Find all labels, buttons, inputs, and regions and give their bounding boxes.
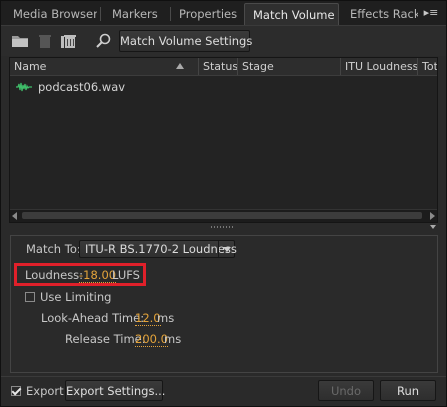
- match-volume-settings-button[interactable]: Match Volume Settings: [119, 30, 252, 52]
- release-time-value[interactable]: 200.0: [135, 332, 168, 347]
- tab-label: Markers: [112, 7, 158, 21]
- use-limiting-checkbox[interactable]: [25, 292, 35, 302]
- trash-icon: [39, 35, 51, 48]
- list-item[interactable]: podcast06.wav: [10, 79, 437, 95]
- undo-button: Undo: [318, 380, 374, 401]
- column-header-name[interactable]: Name: [10, 58, 199, 75]
- panel-menu-icon[interactable]: ▸≡: [420, 4, 442, 22]
- collapse-arrow-icon[interactable]: [430, 225, 436, 229]
- tab-label: Match Volume: [253, 8, 335, 22]
- panel-splitter[interactable]: [1, 223, 446, 231]
- tab-properties[interactable]: Properties: [171, 3, 243, 25]
- list-header: Name Status Stage ITU Loudness Tota: [10, 58, 437, 76]
- run-button[interactable]: Run: [380, 380, 436, 401]
- release-time-unit: ms: [164, 332, 182, 346]
- tab-match-volume[interactable]: Match Volume×: [244, 3, 339, 25]
- toolbar: Match Volume Settings: [1, 26, 446, 56]
- panel-tab-bar: Media Browser Markers Properties Match V…: [1, 1, 446, 26]
- file-list: Name Status Stage ITU Loudness Tota podc…: [9, 57, 438, 223]
- loudness-label: Loudness:: [25, 268, 84, 282]
- column-header-itu-loudness[interactable]: ITU Loudness: [341, 58, 418, 75]
- column-header-stage[interactable]: Stage: [238, 58, 341, 75]
- tab-label: Effects Rack: [350, 7, 418, 21]
- tab-markers[interactable]: Markers: [104, 3, 168, 25]
- release-time-label: Release Time:: [65, 332, 146, 346]
- match-to-dropdown[interactable]: ITU-R BS.1770-2 Loudness: [79, 240, 237, 258]
- tab-media-browser[interactable]: Media Browser: [5, 3, 97, 25]
- lookahead-time-label: Look-Ahead Time:: [41, 311, 145, 325]
- match-to-selected: ITU-R BS.1770-2 Loudness: [85, 242, 237, 256]
- export-label: Export: [26, 384, 64, 398]
- tab-label: Properties: [179, 7, 238, 21]
- scroll-right-icon[interactable]: [430, 212, 435, 220]
- column-header-status[interactable]: Status: [199, 58, 238, 75]
- scroll-left-icon[interactable]: [12, 212, 17, 220]
- horizontal-scrollbar[interactable]: [10, 209, 437, 222]
- export-settings-button[interactable]: Export Settings...: [65, 380, 165, 401]
- match-volume-panel: Media Browser Markers Properties Match V…: [0, 0, 447, 407]
- scrollbar-thumb[interactable]: [22, 212, 422, 219]
- tab-divider: [100, 7, 101, 21]
- audio-waveform-icon: [16, 82, 32, 92]
- footer-divider: [1, 376, 446, 377]
- use-limiting-label: Use Limiting: [40, 290, 112, 304]
- open-folder-icon[interactable]: [11, 33, 29, 49]
- magnifier-icon[interactable]: [95, 33, 113, 49]
- sort-ascending-icon: [176, 63, 184, 69]
- lookahead-time-unit: ms: [157, 311, 175, 325]
- loudness-value[interactable]: -18.00: [79, 268, 117, 283]
- splitter-grip-icon[interactable]: [211, 226, 235, 228]
- tab-label: Media Browser: [13, 7, 97, 21]
- export-checkbox[interactable]: [11, 386, 21, 396]
- match-to-label: Match To:: [26, 242, 81, 256]
- tab-effects-rack[interactable]: Effects Rack: [342, 3, 418, 25]
- remove-all-icon[interactable]: [59, 33, 77, 49]
- file-name: podcast06.wav: [38, 80, 126, 94]
- column-header-total[interactable]: Tota: [418, 58, 437, 75]
- loudness-unit: LUFS: [112, 268, 140, 282]
- chevron-down-icon: [218, 241, 234, 257]
